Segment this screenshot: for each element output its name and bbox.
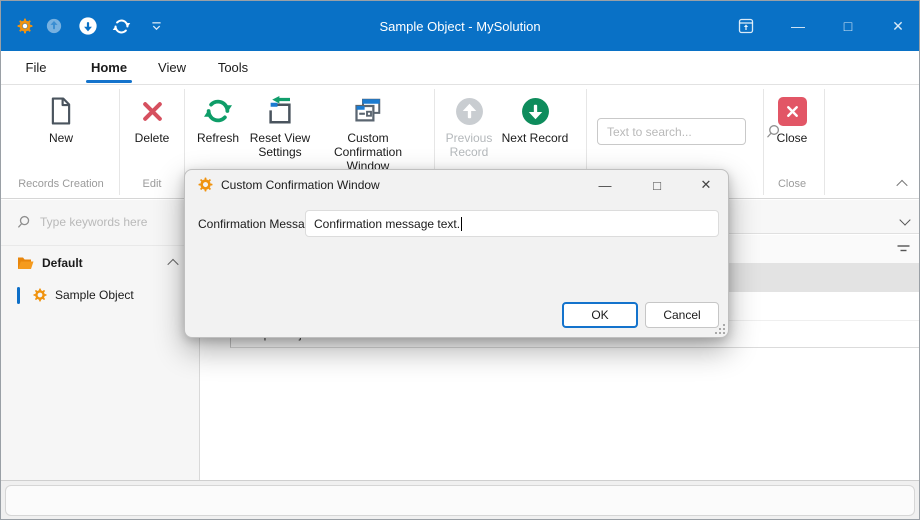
group-separator bbox=[119, 89, 120, 195]
close-view-label: Close bbox=[776, 131, 808, 145]
search-icon bbox=[18, 215, 30, 228]
selection-accent-bar bbox=[17, 286, 20, 304]
dialog-title: Custom Confirmation Window bbox=[221, 178, 380, 192]
dialog-minimize-button[interactable]: — bbox=[593, 174, 617, 196]
divider bbox=[1, 245, 199, 246]
refresh-icon bbox=[204, 99, 232, 123]
ribbon-search-box bbox=[597, 118, 780, 145]
refresh-button-label: Refresh bbox=[196, 131, 240, 145]
new-document-icon bbox=[51, 97, 71, 125]
dialog-close-button[interactable]: ✕ bbox=[694, 174, 718, 196]
maximize-button[interactable]: □ bbox=[833, 12, 863, 40]
sidebar-search bbox=[1, 208, 199, 236]
dialog-maximize-button[interactable]: □ bbox=[645, 174, 669, 196]
gear-icon bbox=[33, 288, 47, 302]
gear-icon bbox=[198, 177, 213, 192]
previous-record-icon bbox=[455, 97, 483, 125]
sidebar-search-input[interactable] bbox=[40, 215, 199, 229]
windows-icon bbox=[355, 98, 381, 122]
delete-x-icon bbox=[142, 101, 162, 121]
sidebar-group-label: Default bbox=[42, 256, 83, 270]
ribbon-display-options-button[interactable] bbox=[731, 12, 761, 40]
sidebar-item-label: Sample Object bbox=[55, 288, 134, 302]
window-title: Sample Object - MySolution bbox=[379, 18, 541, 34]
folder-icon bbox=[18, 257, 34, 269]
custom-confirmation-dialog: Custom Confirmation Window — □ ✕ Confirm… bbox=[184, 169, 729, 338]
delete-button-label: Delete bbox=[134, 131, 170, 145]
close-red-icon bbox=[777, 96, 807, 126]
reset-view-settings-button[interactable]: Reset View Settings bbox=[248, 93, 312, 159]
minimize-button[interactable]: — bbox=[783, 12, 813, 40]
confirmation-message-input[interactable]: Confirmation message text. bbox=[305, 210, 719, 237]
delete-button[interactable]: Delete bbox=[123, 93, 181, 145]
active-tab-indicator bbox=[86, 80, 132, 83]
titlebar: Sample Object - MySolution — □ ✕ bbox=[1, 1, 919, 51]
new-button-label: New bbox=[48, 131, 73, 145]
app-window: Sample Object - MySolution — □ ✕ File Ho… bbox=[0, 0, 920, 520]
previous-record-label: Previous Record bbox=[445, 131, 493, 159]
cancel-button[interactable]: Cancel bbox=[645, 302, 719, 328]
next-record-icon bbox=[521, 97, 549, 125]
next-record-label: Next Record bbox=[501, 131, 569, 145]
ok-button[interactable]: OK bbox=[562, 302, 638, 328]
ribbon-tabstrip: File Home View Tools bbox=[1, 51, 919, 85]
next-record-button[interactable]: Next Record bbox=[501, 93, 569, 145]
ribbon-search-input[interactable] bbox=[598, 124, 766, 139]
confirmation-message-label: Confirmation Message: bbox=[198, 217, 322, 231]
status-bar bbox=[1, 480, 919, 519]
navigation-sidebar: Default Sample Object bbox=[1, 200, 200, 480]
new-button[interactable]: New bbox=[21, 93, 101, 145]
resize-grip[interactable] bbox=[715, 324, 725, 334]
chevron-up-icon bbox=[167, 258, 179, 271]
tab-tools[interactable]: Tools bbox=[209, 51, 257, 84]
group-separator bbox=[824, 89, 825, 195]
status-panel bbox=[5, 485, 915, 516]
ribbon-display-options-icon bbox=[738, 18, 754, 34]
group-records-creation: Records Creation bbox=[18, 178, 104, 190]
close-view-button[interactable]: Close bbox=[765, 93, 819, 145]
collapse-ribbon-button[interactable] bbox=[894, 177, 910, 192]
tab-view[interactable]: View bbox=[151, 51, 193, 84]
custom-confirmation-window-button[interactable]: Custom Confirmation Window bbox=[312, 93, 424, 173]
tab-file[interactable]: File bbox=[15, 51, 57, 84]
group-separator bbox=[763, 89, 764, 195]
close-window-button[interactable]: ✕ bbox=[883, 12, 913, 40]
dialog-titlebar: Custom Confirmation Window — □ ✕ bbox=[185, 170, 728, 200]
text-caret bbox=[461, 216, 463, 231]
group-edit: Edit bbox=[142, 178, 162, 190]
sidebar-item-sample-object[interactable]: Sample Object bbox=[1, 281, 199, 309]
refresh-button[interactable]: Refresh bbox=[188, 93, 248, 145]
sidebar-group-default[interactable]: Default bbox=[1, 249, 199, 277]
chevron-up-icon bbox=[896, 179, 908, 192]
previous-record-button[interactable]: Previous Record bbox=[441, 93, 497, 159]
input-text: Confirmation message text. bbox=[314, 216, 461, 231]
reset-view-icon bbox=[269, 96, 291, 124]
reset-view-settings-label: Reset View Settings bbox=[249, 131, 311, 159]
chevron-down-icon bbox=[899, 214, 911, 226]
custom-confirmation-window-label: Custom Confirmation Window bbox=[333, 131, 403, 173]
group-close: Close bbox=[777, 178, 807, 190]
customize-columns-icon[interactable] bbox=[896, 243, 911, 255]
